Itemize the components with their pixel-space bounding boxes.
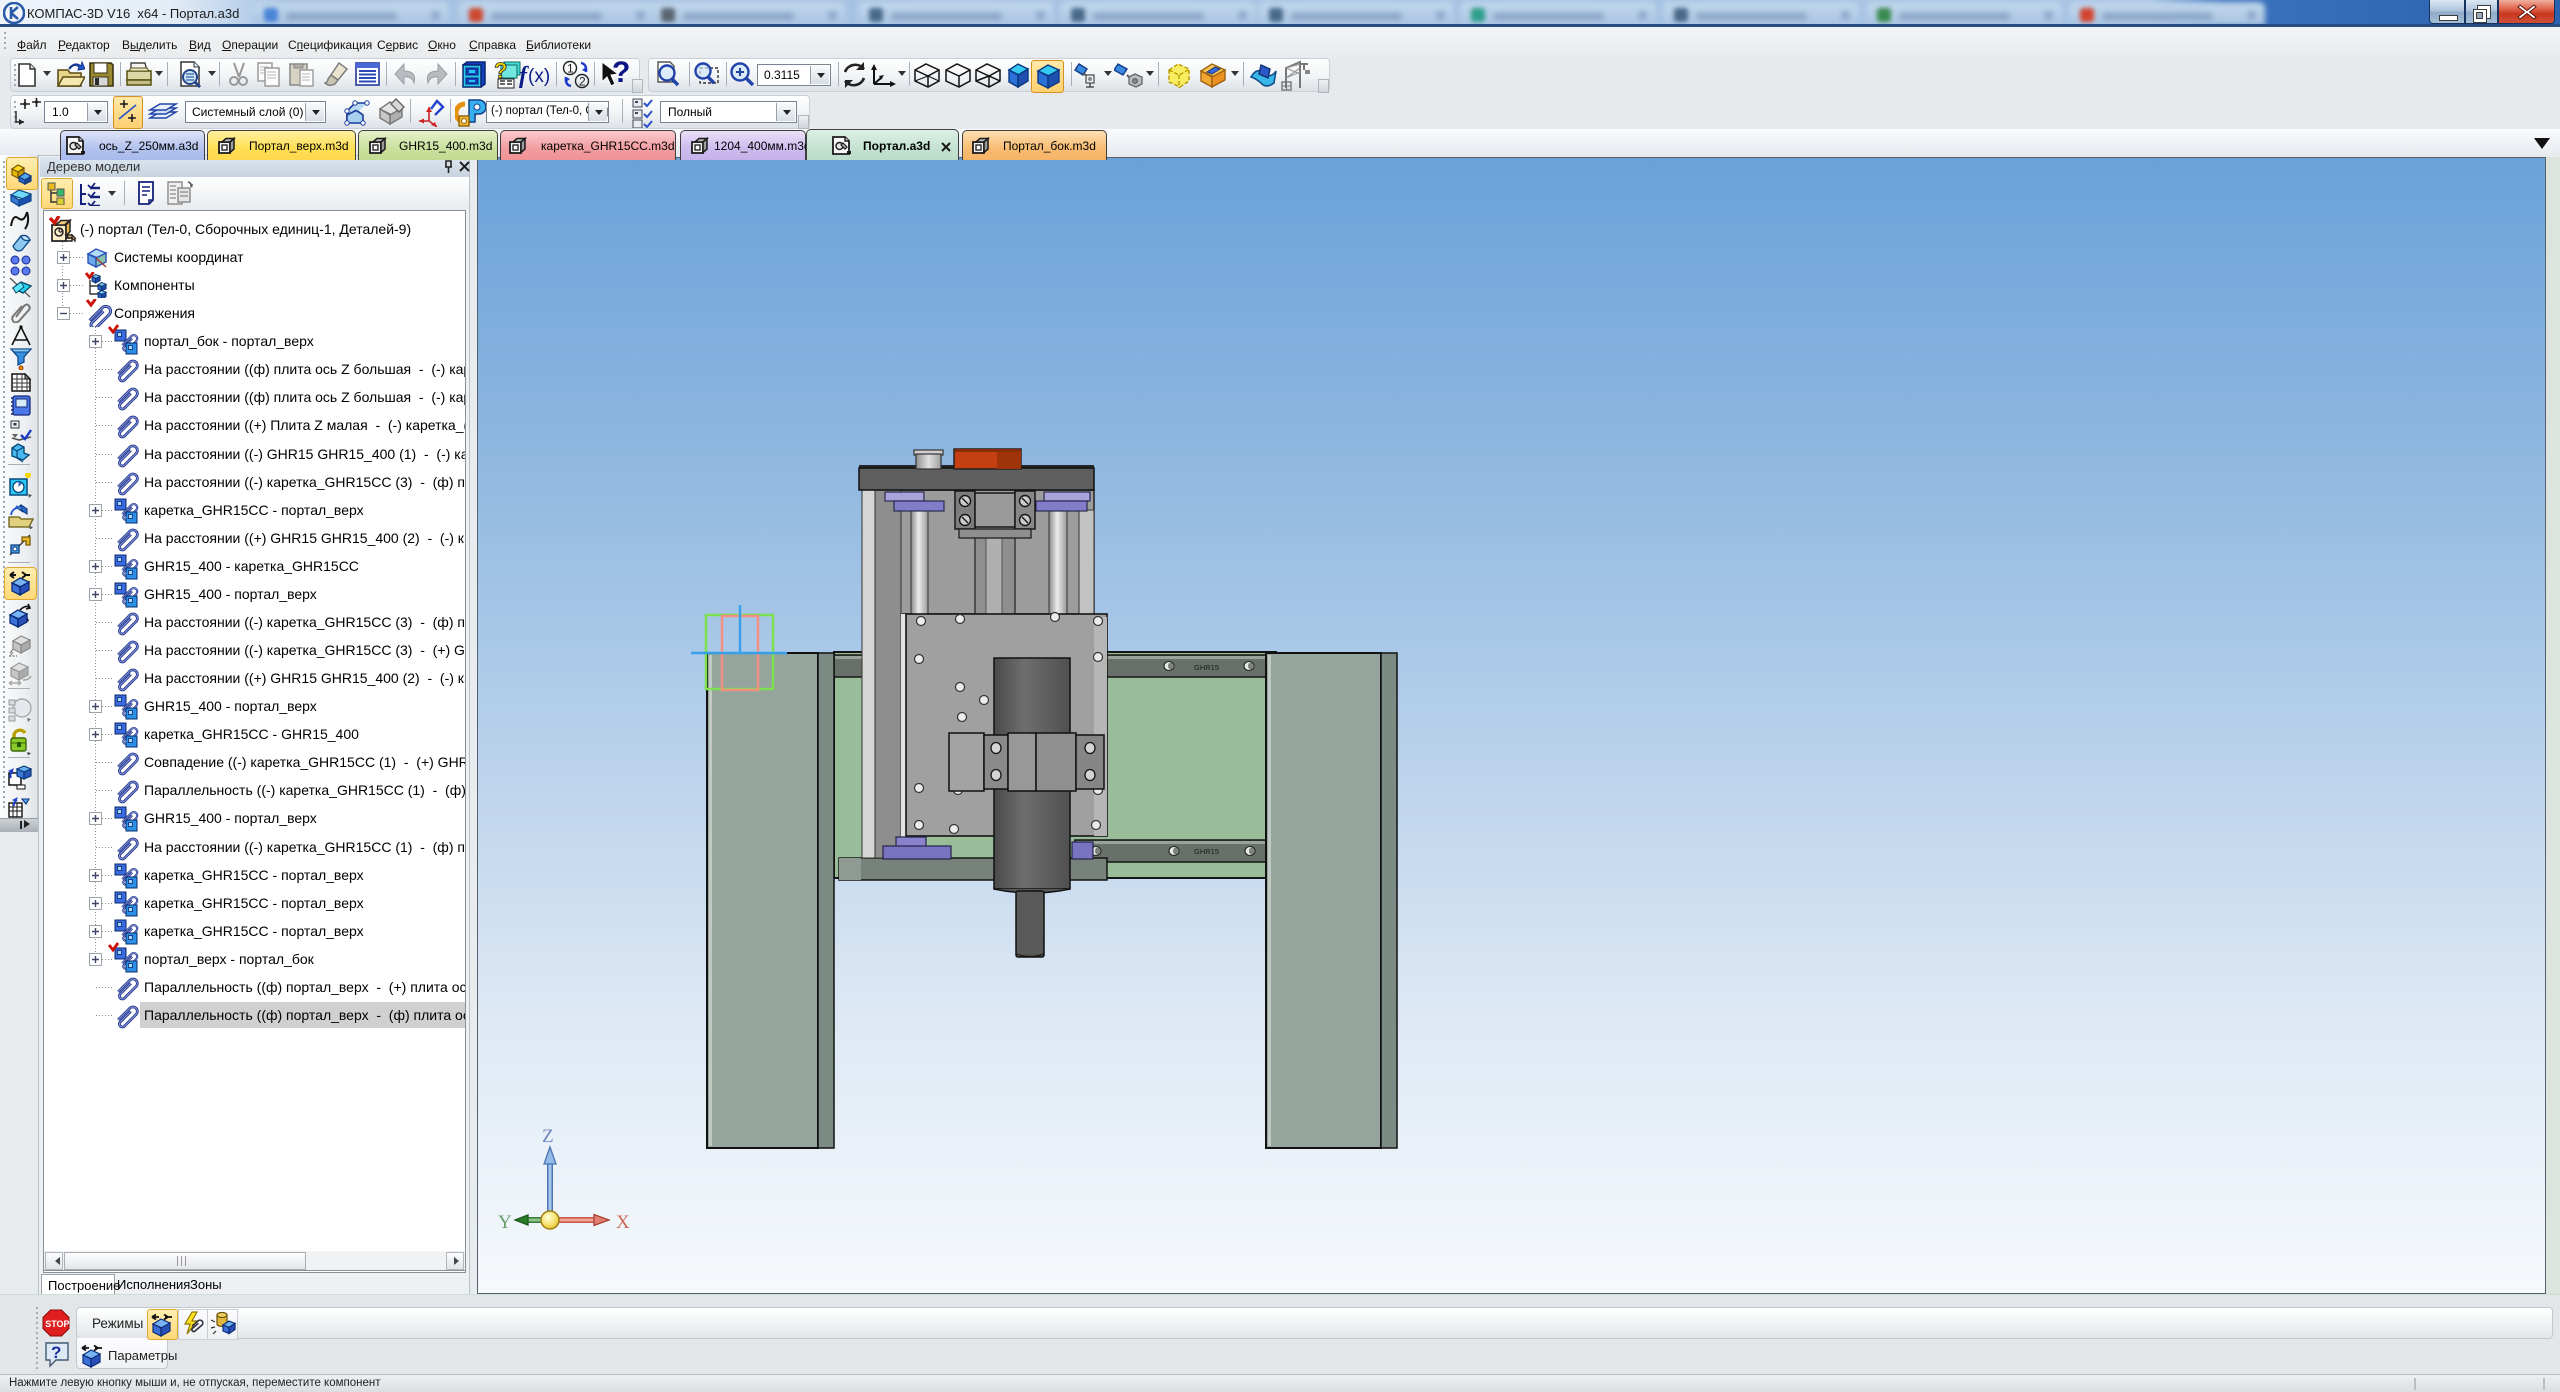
svg-text:2: 2: [579, 75, 586, 89]
svg-text:X: X: [616, 1212, 630, 1233]
svg-text:?: ?: [51, 1343, 61, 1362]
svg-text:1: 1: [567, 62, 574, 76]
svg-text:GHR15: GHR15: [1194, 847, 1219, 856]
svg-text:Z: Z: [542, 1126, 554, 1147]
svg-text:(x): (x): [528, 66, 550, 87]
svg-text:Y: Y: [498, 1212, 512, 1233]
svg-text:STOP: STOP: [45, 1319, 69, 1329]
svg-text:GHR15: GHR15: [1194, 663, 1219, 672]
